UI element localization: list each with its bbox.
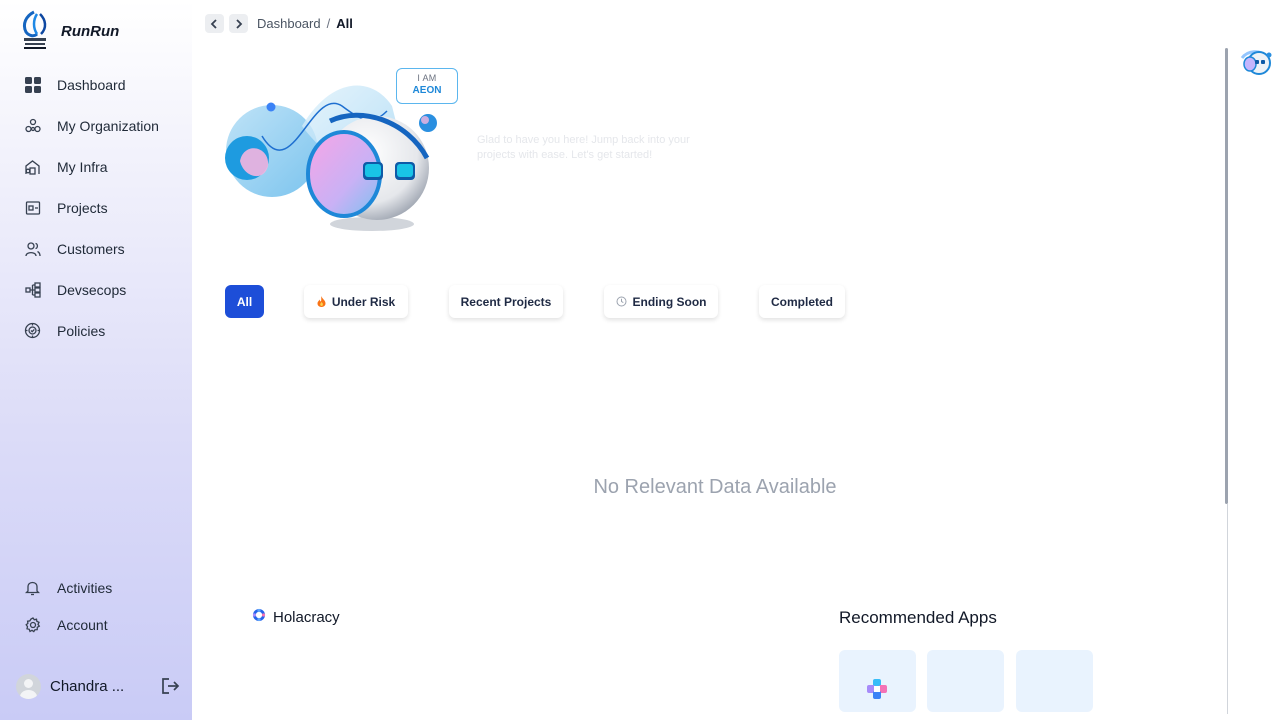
tab-ending-soon[interactable]: Ending Soon (604, 285, 718, 318)
breadcrumb: Dashboard / All (205, 14, 353, 33)
sidebar-item-label: Projects (57, 199, 108, 216)
sidebar-item-dashboard[interactable]: Dashboard (0, 64, 192, 105)
greeting-text: Glad to have you here! Jump back into yo… (477, 134, 690, 161)
sidebar-item-activities[interactable]: Activities (0, 569, 192, 606)
breadcrumb-separator: / (326, 16, 331, 31)
sidebar-item-label: Account (57, 616, 108, 633)
sidebar-item-label: Customers (57, 240, 125, 257)
users-icon (24, 240, 41, 257)
sidebar-item-policies[interactable]: Policies (0, 310, 192, 351)
sidebar-nav: Dashboard My Organization My Infra Proje… (0, 64, 192, 351)
chevron-left-icon (210, 18, 217, 29)
tab-all[interactable]: All (225, 285, 264, 318)
app-name: RunRun (61, 22, 120, 40)
sidebar-item-label: My Infra (57, 158, 108, 175)
empty-state-message: No Relevant Data Available (593, 476, 837, 498)
holacracy-section-header: Holacracy (252, 608, 340, 627)
sidebar-item-my-infra[interactable]: My Infra (0, 146, 192, 187)
tab-under-risk[interactable]: Under Risk (304, 285, 408, 318)
infra-icon (24, 158, 41, 175)
projects-icon (24, 199, 41, 216)
tab-label: Ending Soon (632, 294, 707, 309)
bubble-line-2: AEON (412, 85, 442, 96)
recommended-app-card[interactable] (927, 650, 1004, 712)
holacracy-icon (252, 608, 266, 627)
sidebar-item-devsecops[interactable]: Devsecops (0, 269, 192, 310)
breadcrumb-current: All (336, 16, 353, 31)
sidebar-item-my-organization[interactable]: My Organization (0, 105, 192, 146)
gear-icon (24, 616, 41, 633)
devsecops-icon (24, 281, 41, 298)
user-profile[interactable]: Chandra ... (16, 672, 182, 700)
fire-icon (317, 296, 326, 307)
forward-button[interactable] (229, 14, 248, 33)
recommended-app-card[interactable] (839, 650, 916, 712)
user-name: Chandra ... (50, 677, 125, 695)
brand[interactable]: RunRun (20, 10, 119, 54)
breadcrumb-dashboard-link[interactable]: Dashboard (257, 16, 321, 31)
tab-completed[interactable]: Completed (759, 285, 845, 318)
organization-icon (24, 117, 41, 134)
bubble-line-1: I AM (417, 73, 437, 83)
sidebar-item-label: Dashboard (57, 76, 126, 93)
sidebar-item-label: Activities (57, 579, 113, 596)
avatar[interactable] (16, 673, 41, 699)
app-logo-icon (865, 677, 889, 706)
policies-icon (24, 322, 41, 339)
aeon-speech-bubble: I AM AEON (396, 68, 458, 104)
tab-label: Recent Projects (460, 294, 552, 309)
back-button[interactable] (205, 14, 224, 33)
scrollbar-thumb[interactable] (1225, 48, 1228, 504)
tab-label: Under Risk (331, 294, 396, 309)
sidebar-item-projects[interactable]: Projects (0, 187, 192, 228)
railtel-logo (20, 10, 50, 54)
grid-icon (24, 76, 41, 93)
scrollbar-track[interactable] (1227, 504, 1228, 714)
tab-label: Completed (770, 294, 833, 309)
sidebar-item-label: Policies (57, 322, 106, 339)
logout-icon[interactable] (161, 677, 180, 695)
sidebar-bottom-nav: Activities Account (0, 569, 192, 643)
chevron-right-icon (236, 18, 243, 29)
sidebar: RunRun Dashboard My Organization My Infr… (0, 0, 192, 720)
aeon-assistant-icon[interactable] (1240, 46, 1274, 78)
sidebar-item-customers[interactable]: Customers (0, 228, 192, 269)
tab-label: All (236, 294, 253, 309)
clock-icon (616, 296, 627, 307)
recommended-apps-title: Recommended Apps (839, 608, 997, 627)
recommended-app-card[interactable] (1016, 650, 1093, 712)
tab-recent-projects[interactable]: Recent Projects (449, 285, 563, 318)
sidebar-item-account[interactable]: Account (0, 606, 192, 643)
bell-icon (24, 579, 41, 596)
holacracy-title: Holacracy (273, 609, 340, 626)
sidebar-item-label: My Organization (57, 117, 159, 134)
sidebar-item-label: Devsecops (57, 281, 127, 298)
